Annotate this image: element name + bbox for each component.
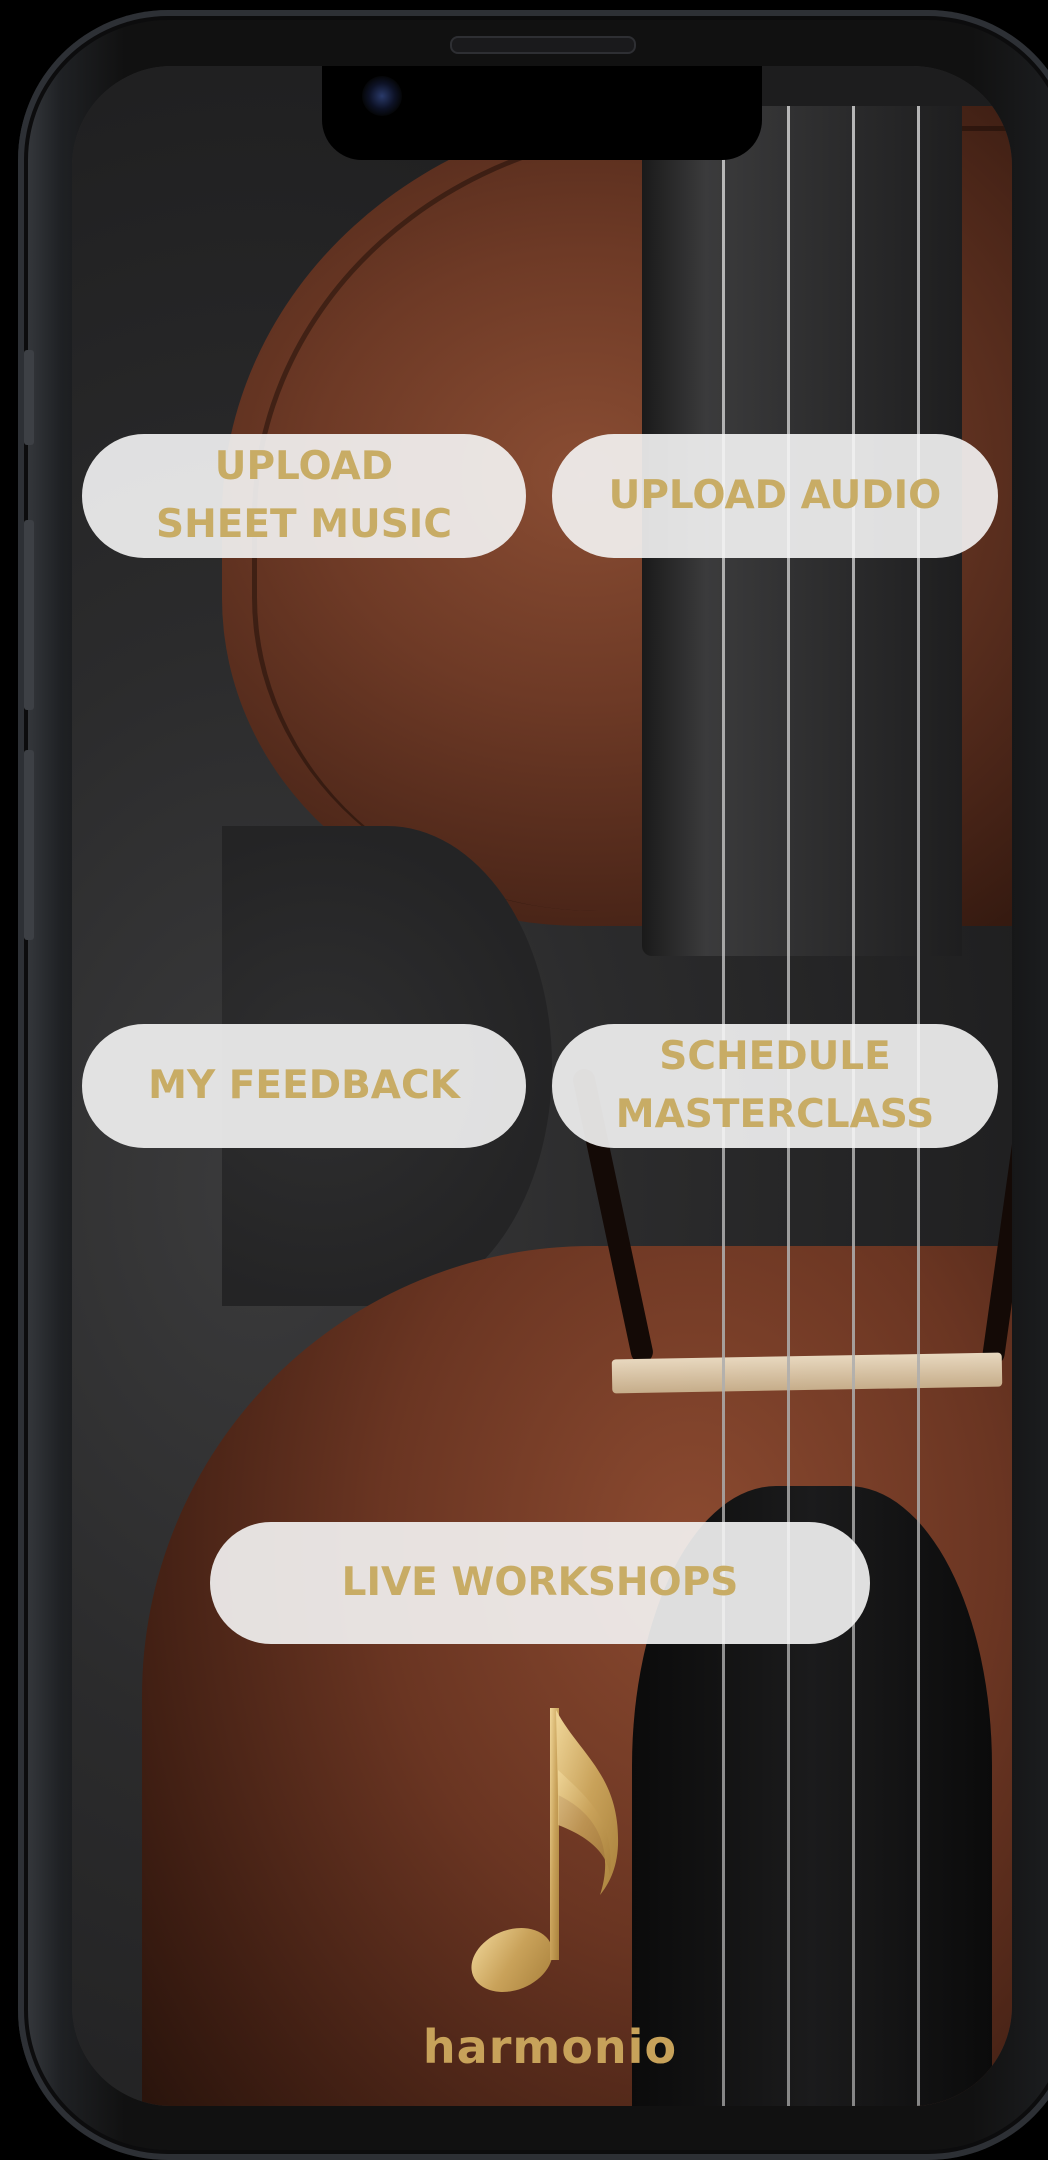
volume-down-button	[24, 750, 34, 940]
my-feedback-button[interactable]: MY FEEDBACK	[82, 1024, 526, 1148]
schedule-masterclass-button[interactable]: SCHEDULE MASTERCLASS	[552, 1024, 998, 1148]
front-camera	[362, 76, 402, 116]
live-workshops-button[interactable]: LIVE WORKSHOPS	[210, 1522, 870, 1644]
eighth-note-icon	[471, 1708, 619, 1992]
violin-bridge	[611, 1352, 1003, 1394]
upload-sheet-music-button[interactable]: UPLOAD SHEET MUSIC	[82, 434, 526, 558]
brand-name: harmonio	[422, 2020, 678, 2074]
upload-audio-button[interactable]: UPLOAD AUDIO	[552, 434, 998, 558]
mute-switch	[24, 350, 34, 445]
speaker-grille	[450, 36, 636, 54]
volume-up-button	[24, 520, 34, 710]
